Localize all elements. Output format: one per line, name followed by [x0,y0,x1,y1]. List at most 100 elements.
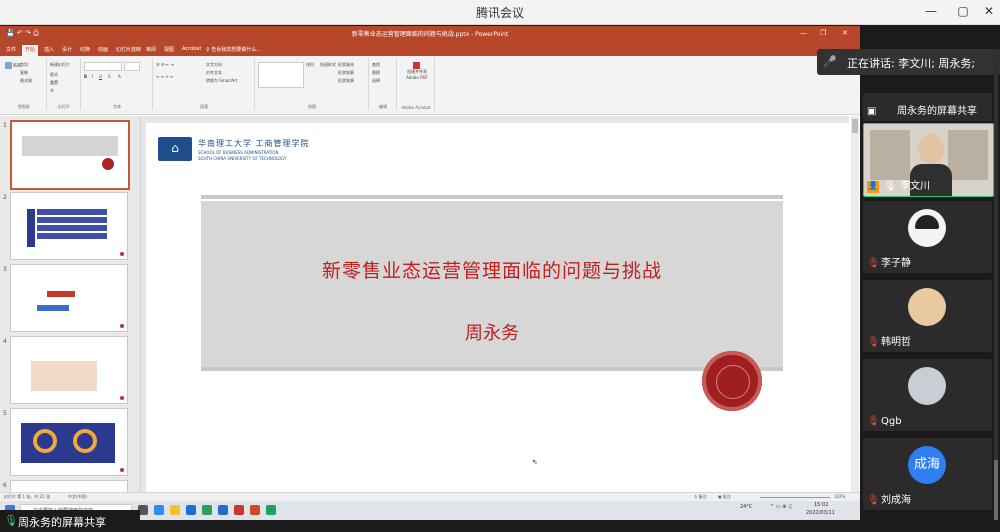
group-label: 幻灯片 [58,104,70,109]
cut-button[interactable]: 剪切 [20,62,28,68]
tab-animations[interactable]: 动画 [98,46,108,53]
participant-tile-video[interactable]: 👤 🎙 李文川 [863,123,994,197]
shape-effects-button[interactable]: 形状效果 [338,78,354,84]
thumbnail-slide-2[interactable] [10,192,128,260]
shape-outline-button[interactable]: 形状轮廓 [338,70,354,76]
layout-button[interactable]: 版式 [50,72,58,78]
zoom-slider[interactable] [760,497,830,498]
find-button[interactable]: 查找 [372,62,380,68]
minimize-button[interactable]: — [922,4,940,18]
create-pdf-button[interactable]: 创建并共享 Adobe PDF [402,62,432,80]
group-label: 段落 [200,104,208,109]
screen-share-label: 🎙 周永务的屏幕共享 [0,510,140,532]
underline-icon[interactable]: U [99,74,102,79]
thumbnail-slide-3[interactable] [10,264,128,332]
ppt-minimize-icon[interactable]: — [800,29,807,37]
current-slide[interactable]: ⌂ 华南理工大学 工商管理学院 SCHOOL OF BUSINESS ADMIN… [146,123,850,517]
tab-view[interactable]: 视图 [164,46,174,53]
weather[interactable]: 24°C [740,504,752,510]
new-slide-button[interactable]: 新建幻灯片 [50,62,70,68]
slide-vertical-scrollbar[interactable] [851,116,859,492]
participant-name: 周永务的屏幕共享 [897,106,977,117]
thumb-donut [73,429,97,453]
font-color-icon[interactable]: A [118,74,121,79]
ribbon-group-clipboard: 粘贴 剪切 复制 格式刷 剪贴板 [2,58,47,110]
seal-stamp-icon [702,351,762,411]
ribbon-group-drawing: 排列 快速样式 形状填充 形状轮廓 形状效果 绘图 [256,58,369,110]
tab-home[interactable]: 开始 [22,45,39,56]
chrome-icon[interactable] [202,505,212,515]
close-button[interactable]: ✕ [980,4,998,18]
acrobat-icon[interactable] [234,505,244,515]
thumb-number: 2 [3,194,7,201]
thumbnail-slide-6[interactable] [10,480,128,492]
avatar: 成海 [908,446,946,484]
zoom-level[interactable]: 102% [834,494,845,499]
paste-button[interactable]: 粘贴 [5,62,21,69]
align-icon[interactable]: ≡ ≡ ≡ ≡ [156,74,173,79]
powerpoint-icon[interactable] [250,505,260,515]
thumb-shape [37,209,107,215]
host-icon: 👤 [867,181,879,193]
tab-design[interactable]: 设计 [62,46,72,53]
tencent-meeting-icon[interactable] [266,505,276,515]
arrange-button[interactable]: 排列 [306,62,314,68]
edge-icon[interactable] [154,505,164,515]
tray-icons[interactable]: ^ ▭ ⊕ ♫ [770,504,792,510]
replace-button[interactable]: 替换 [372,70,380,76]
smartart-button[interactable]: 转换为 SmartArt [206,78,237,84]
thumbnail-slide-5[interactable] [10,408,128,476]
copy-button[interactable]: 复制 [20,70,28,76]
bullets-icon[interactable]: ☰ ☰ ⇤ ⇥ [156,62,174,67]
text-direction-button[interactable]: 文字方向 [206,62,222,68]
tab-insert[interactable]: 插入 [44,46,54,53]
tab-file[interactable]: 文件 [6,46,16,53]
ppt-close-icon[interactable]: ✕ [842,29,848,37]
reset-button[interactable]: 重置 [50,80,58,86]
clock-time[interactable]: 15:02 [814,502,828,508]
university-logo-icon: ⌂ [158,137,192,161]
band-bottom-border [201,367,783,371]
word-icon[interactable] [186,505,196,515]
thumbnail-slide-4[interactable] [10,336,128,404]
format-painter-button[interactable]: 格式刷 [20,78,32,84]
tab-acrobat[interactable]: Acrobat [182,46,201,52]
thumb-shape [47,291,75,297]
thumb-shape [37,225,107,231]
participant-tile-share[interactable]: ▣ 周永务的屏幕共享 [863,93,992,121]
tab-slideshow[interactable]: 幻灯片放映 [116,46,141,53]
tell-me-search[interactable]: ♀ 告诉我您想要做什么… [206,46,261,53]
strike-icon[interactable]: S [108,74,111,79]
thumb-donut [33,429,57,453]
thumb-shape [27,209,35,247]
notes-button[interactable]: ≙ 备注 [694,494,707,500]
participant-tile[interactable]: 🎙 Qgb [863,359,992,431]
shapes-gallery[interactable] [258,62,304,88]
participant-tile[interactable]: 成海 🎙 刘成海 [863,438,992,510]
person-head [918,134,944,164]
comments-button[interactable]: ▣ 批注 [718,494,731,500]
participant-name: 李子静 [881,258,911,269]
maximize-button[interactable]: ▢ [954,4,972,18]
thumbnail-slide-1[interactable] [10,120,130,190]
italic-icon[interactable]: I [92,74,93,79]
section-button[interactable]: 节 [50,88,54,94]
mic-muted-icon: 🎙 [867,416,880,427]
select-button[interactable]: 选择 [372,78,380,84]
align-text-button[interactable]: 对齐文本 [206,70,222,76]
app-icon[interactable] [218,505,228,515]
shape-fill-button[interactable]: 形状填充 [338,62,354,68]
participants-scrollbar[interactable] [994,60,998,520]
clock-date[interactable]: 2022/03/11 [806,510,835,516]
tab-review[interactable]: 审阅 [146,46,156,53]
bold-icon[interactable]: B [84,74,87,79]
participant-tile[interactable]: 🎙 韩明哲 [863,280,992,352]
font-name-select[interactable] [84,62,122,71]
participant-tile[interactable]: 🎙 李子静 [863,201,992,273]
quick-styles-button[interactable]: 快速样式 [320,62,336,68]
file-explorer-icon[interactable] [170,505,180,515]
ppt-restore-icon[interactable]: ❐ [820,29,826,37]
tab-transitions[interactable]: 切换 [80,46,90,53]
mic-icon: 🎙 [884,181,897,192]
font-size-select[interactable] [124,62,140,71]
